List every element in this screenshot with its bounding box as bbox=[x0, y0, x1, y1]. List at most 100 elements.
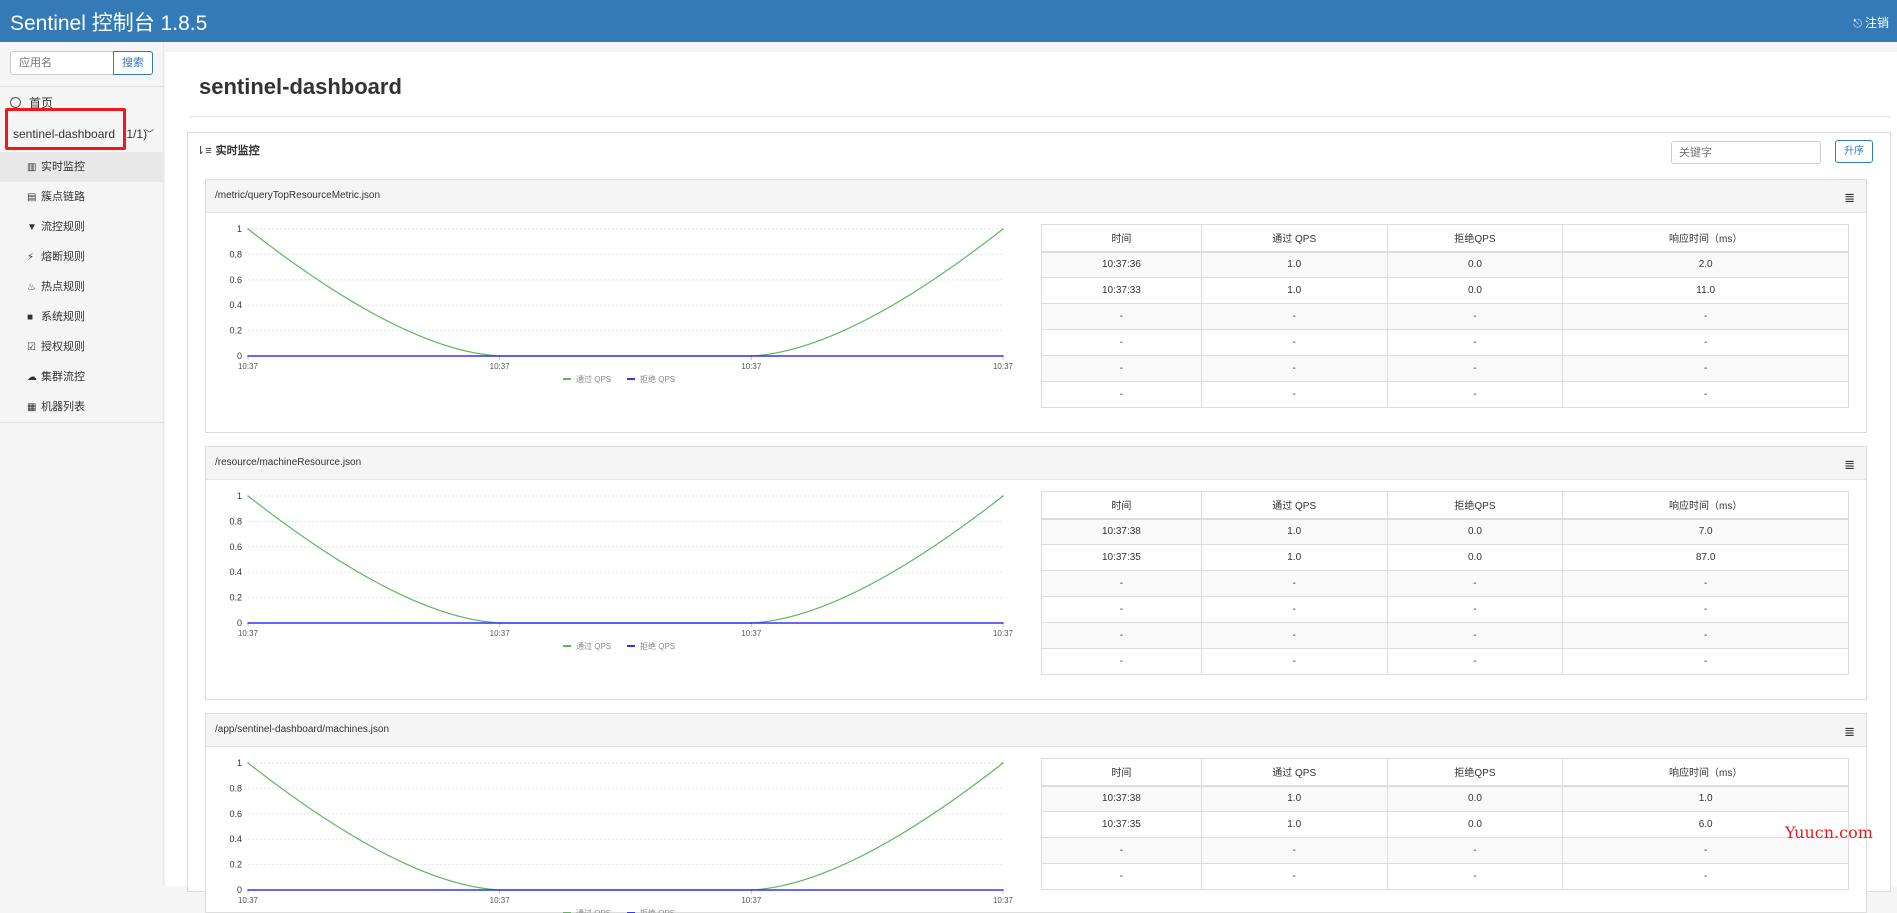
table-cell: - bbox=[1200, 596, 1388, 623]
annotation-highlight-box bbox=[5, 108, 126, 150]
table-cell: - bbox=[1562, 329, 1849, 356]
table-row: ---- bbox=[1041, 355, 1849, 382]
resource-card: /metric/queryTopResourceMetric.json ≣ 1 0.8… bbox=[205, 179, 1867, 433]
table-cell: - bbox=[1386, 648, 1564, 675]
panel-title: ⇂≡ 实时监控 bbox=[196, 142, 260, 158]
qps-line-chart: 10.80.60.40.2010:3710:3710:3710:37通过 QPS… bbox=[229, 224, 1013, 384]
sidebar-item-label: 实时监控 bbox=[41, 161, 85, 173]
table-header-row: 时间 通过 QPS 拒绝QPS 响应时间（ms） bbox=[1041, 758, 1849, 787]
table-cell: 1.0 bbox=[1200, 811, 1388, 838]
resource-card-header: /app/sentinel-dashboard/machines.json ≣ bbox=[206, 714, 1866, 747]
app-title[interactable]: Sentinel 控制台 1.8.5 bbox=[10, 7, 207, 37]
sidebar-item-label: 熔断规则 bbox=[41, 251, 85, 263]
table-cell: 87.0 bbox=[1562, 544, 1849, 571]
sidebar-item-label: 机器列表 bbox=[41, 401, 85, 413]
pass-qps-series bbox=[247, 228, 1004, 357]
resource-name: /app/sentinel-dashboard/machines.json bbox=[215, 724, 389, 735]
filter-icon: ▼ bbox=[27, 222, 37, 233]
y-tick-label: 0.4 bbox=[229, 300, 242, 310]
app-search-input[interactable] bbox=[10, 51, 114, 75]
sidebar-item-check[interactable]: ☑ 授权规则 bbox=[0, 332, 164, 362]
table-cell: - bbox=[1041, 329, 1202, 356]
sidebar-item-grid[interactable]: ▦ 机器列表 bbox=[0, 392, 164, 422]
sidebar-item-list[interactable]: ▤ 簇点链路 bbox=[0, 182, 164, 212]
column-header: 通过 QPS bbox=[1200, 224, 1388, 253]
table-cell: 10:37:38 bbox=[1041, 785, 1202, 812]
resource-name: /resource/machineResource.json bbox=[215, 457, 362, 468]
pass-qps-point bbox=[1002, 228, 1004, 230]
page-title: sentinel-dashboard bbox=[199, 74, 402, 99]
logout-label: 注销 bbox=[1864, 16, 1889, 30]
panel-title-label: 实时监控 bbox=[215, 145, 260, 157]
menu-icon[interactable]: ≣ bbox=[1844, 190, 1855, 206]
sort-icon: ⇂≡ bbox=[196, 145, 212, 157]
x-tick-label: 10:37 bbox=[490, 896, 511, 905]
sidebar-item-label: 授权规则 bbox=[41, 341, 85, 353]
table-cell: - bbox=[1386, 570, 1564, 597]
table-cell: - bbox=[1562, 648, 1849, 675]
sort-asc-button[interactable]: 升序 bbox=[1835, 140, 1873, 163]
table-cell: 0.0 bbox=[1386, 251, 1564, 278]
table-cell: - bbox=[1386, 355, 1564, 382]
table-cell: - bbox=[1041, 303, 1202, 330]
x-tick-label: 10:37 bbox=[238, 896, 259, 905]
sidebar-item-lock[interactable]: ■ 系统规则 bbox=[0, 302, 164, 332]
y-tick-label: 0.2 bbox=[229, 860, 242, 870]
table-cell: 10:37:36 bbox=[1041, 251, 1202, 278]
table-row: 10:37:38 1.0 0.0 7.0 bbox=[1041, 518, 1849, 545]
sidebar-item-bar-chart[interactable]: ▥ 实时监控 bbox=[0, 152, 164, 182]
sidebar-item-label: 簇点链路 bbox=[41, 191, 85, 203]
sidebar-item-fire[interactable]: ♨ 热点规则 bbox=[0, 272, 164, 302]
logout-button[interactable]: ⎋ 注销 bbox=[1853, 14, 1889, 31]
keyword-search-input[interactable] bbox=[1671, 141, 1821, 164]
pass-qps-point bbox=[247, 762, 249, 764]
bar-chart-icon: ▥ bbox=[27, 162, 37, 173]
menu-icon[interactable]: ≣ bbox=[1844, 724, 1855, 740]
table-cell: - bbox=[1386, 837, 1564, 864]
table-cell: - bbox=[1041, 570, 1202, 597]
table-row: 10:37:36 1.0 0.0 2.0 bbox=[1041, 251, 1849, 278]
table-cell: - bbox=[1386, 596, 1564, 623]
table-cell: - bbox=[1200, 355, 1388, 382]
bolt-icon: ⚡ bbox=[27, 252, 35, 263]
menu-icon[interactable]: ≣ bbox=[1844, 457, 1855, 473]
legend-label: 通过 QPS bbox=[576, 374, 611, 384]
search-button[interactable]: 搜索 bbox=[113, 51, 153, 75]
x-tick-label: 10:37 bbox=[993, 896, 1014, 905]
sidebar-item-cloud[interactable]: ☁ 集群流控 bbox=[0, 362, 164, 392]
block-qps-point bbox=[1002, 622, 1004, 624]
check-icon: ☑ bbox=[27, 342, 36, 353]
chevron-down-icon: ﹀ bbox=[145, 129, 155, 139]
pass-qps-series bbox=[247, 762, 1004, 891]
column-header: 通过 QPS bbox=[1200, 491, 1388, 520]
y-tick-label: 1 bbox=[237, 491, 242, 501]
lock-icon: ■ bbox=[27, 312, 34, 323]
table-cell: 2.0 bbox=[1562, 251, 1849, 278]
y-tick-label: 0 bbox=[237, 351, 242, 361]
sidebar-item-bolt[interactable]: ⚡ 熔断规则 bbox=[0, 242, 164, 272]
table-cell: - bbox=[1041, 622, 1202, 649]
table-cell: 1.0 bbox=[1200, 544, 1388, 571]
block-qps-point bbox=[247, 622, 249, 624]
legend-label: 拒绝 QPS bbox=[640, 908, 675, 913]
table-header-row: 时间 通过 QPS 拒绝QPS 响应时间（ms） bbox=[1041, 491, 1849, 520]
fire-icon: ♨ bbox=[27, 282, 36, 293]
table-row: 10:37:35 1.0 0.0 6.0 bbox=[1041, 811, 1849, 838]
sidebar-item-filter[interactable]: ▼ 流控规则 bbox=[0, 212, 164, 242]
table-cell: - bbox=[1562, 381, 1849, 408]
x-tick-label: 10:37 bbox=[741, 362, 762, 371]
table-cell: - bbox=[1041, 837, 1202, 864]
table-row: ---- bbox=[1041, 596, 1849, 623]
table-cell: - bbox=[1041, 355, 1202, 382]
y-tick-label: 0.4 bbox=[229, 834, 242, 844]
block-qps-point bbox=[498, 622, 501, 624]
x-tick-label: 10:37 bbox=[238, 362, 259, 371]
table-cell: - bbox=[1200, 837, 1388, 864]
table-cell: - bbox=[1200, 303, 1388, 330]
legend-label: 拒绝 QPS bbox=[640, 641, 675, 651]
top-navbar: Sentinel 控制台 1.8.5 ⎋ 注销 bbox=[0, 0, 1897, 42]
table-cell: 1.0 bbox=[1200, 277, 1388, 304]
table-cell: 0.0 bbox=[1386, 518, 1564, 545]
resource-name: /metric/queryTopResourceMetric.json bbox=[215, 190, 381, 201]
table-cell: 0.0 bbox=[1386, 811, 1564, 838]
